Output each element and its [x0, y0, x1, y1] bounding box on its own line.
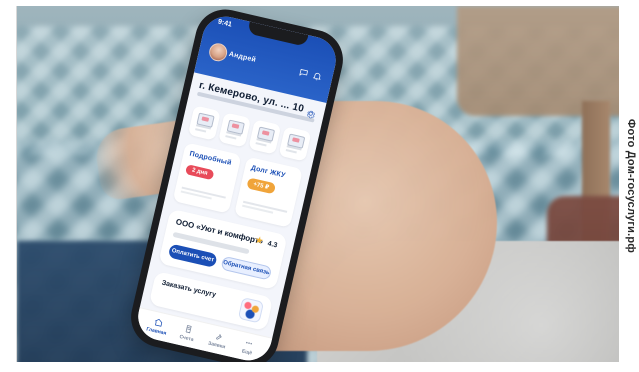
rating-value: 4.3: [266, 240, 278, 250]
receipt-icon: [185, 325, 192, 334]
home-icon: [155, 318, 163, 327]
provider-rating: 4.3: [254, 236, 278, 250]
tile[interactable]: [218, 112, 252, 148]
info-card-title: Подробный: [188, 150, 233, 167]
avatar[interactable]: [207, 41, 229, 64]
tile[interactable]: [248, 119, 282, 155]
status-time: 9:41: [217, 18, 233, 29]
info-card-right[interactable]: Долг ЖКУ +75 ₽: [233, 156, 303, 228]
tab-home[interactable]: Главная: [140, 312, 174, 340]
tab-label-bills: Счета: [178, 333, 195, 344]
wooden-table-top: [457, 6, 619, 116]
tab-label-home: Главная: [145, 326, 167, 337]
more-icon: [246, 341, 252, 345]
gear-icon[interactable]: [305, 105, 317, 119]
feedback-button[interactable]: Обратная связь: [220, 255, 273, 281]
user-name: Андрей: [228, 50, 257, 64]
wrench-icon: [216, 334, 222, 340]
status-badge: +75 ₽: [246, 177, 277, 195]
photo-background: 9:41 Андрей г. Кемерово, ул. ... 10 Подр…: [17, 6, 619, 362]
chat-icon[interactable]: [298, 64, 310, 76]
service-illustration-icon: [237, 297, 265, 324]
info-card-left[interactable]: Подробный 2 дня: [172, 142, 242, 214]
tab-label-requests: Заявки: [207, 340, 226, 351]
tab-bills[interactable]: Счета: [171, 319, 205, 347]
tab-label-more: Ещё: [241, 348, 253, 357]
provider-actions: Оплатить счет Обратная связь: [167, 243, 273, 281]
photo-credit-text: Фото Дом-госуслуги.рф: [625, 118, 638, 254]
tile[interactable]: [278, 126, 312, 162]
card-note-lines: [180, 186, 226, 205]
tab-more[interactable]: Ещё: [231, 333, 265, 361]
image-frame: 9:41 Андрей г. Кемерово, ул. ... 10 Подр…: [0, 0, 639, 372]
card-note-lines: [241, 200, 288, 219]
tile[interactable]: [187, 105, 221, 141]
bell-icon[interactable]: [312, 67, 324, 81]
photo-credit: Фото Дом-госуслуги.рф: [624, 0, 638, 372]
status-badge: 2 дня: [184, 164, 215, 181]
star-icon: [254, 236, 264, 246]
pay-bill-button[interactable]: Оплатить счет: [167, 243, 218, 268]
tab-requests[interactable]: Заявки: [201, 326, 235, 354]
